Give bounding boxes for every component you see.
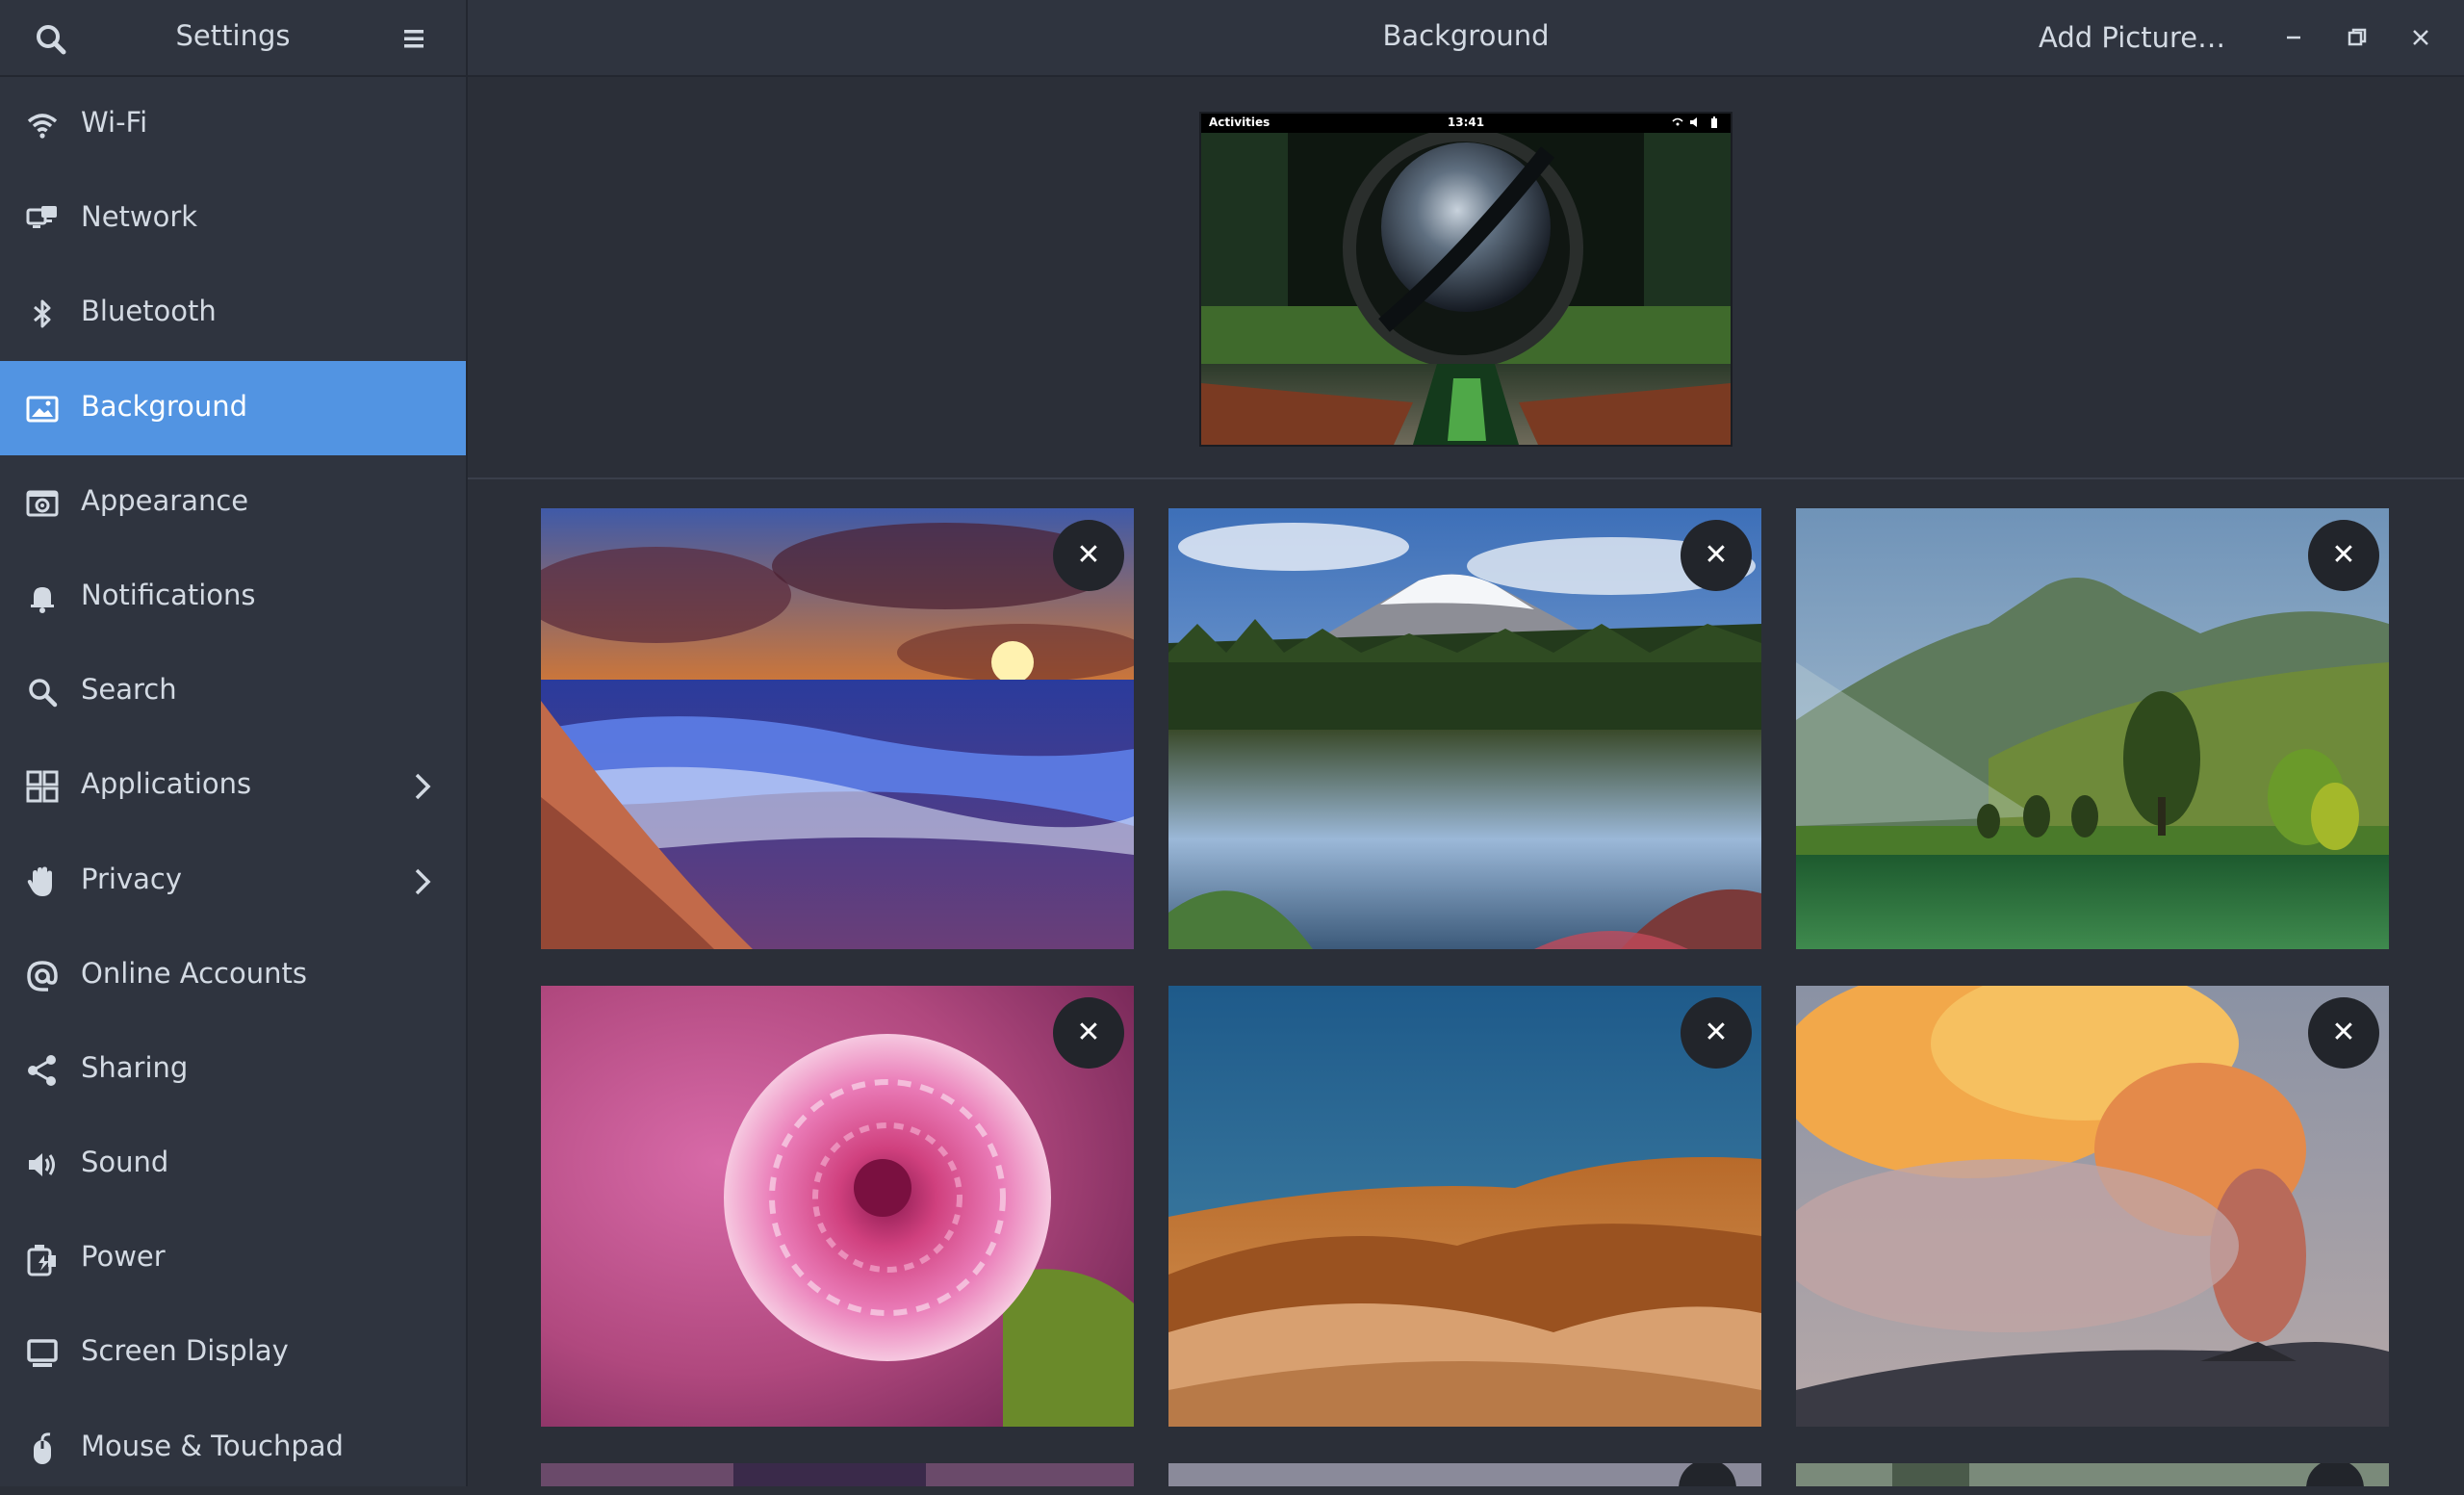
chevron-right-icon (415, 868, 431, 894)
speaker-icon (29, 1153, 55, 1177)
sidebar-item-label: Mouse & Touchpad (81, 1429, 344, 1462)
sidebar-item-network[interactable]: Network (0, 171, 466, 266)
remove-wallpaper-button[interactable]: ✕ (2308, 520, 2379, 591)
remove-wallpaper-button[interactable]: ✕ (1681, 997, 1752, 1069)
power-icon (27, 1245, 56, 1276)
sidebar-item-label: Background (81, 389, 248, 423)
sunset-beach-image (541, 508, 1134, 949)
sidebar-item-sound[interactable]: Sound (0, 1117, 466, 1211)
sidebar-item-label: Screen Display (81, 1334, 289, 1368)
wallpaper-thumbnail[interactable] (1796, 1463, 2389, 1486)
sidebar-item-label: Online Accounts (81, 956, 307, 990)
sidebar-item-notifications[interactable]: Notifications (0, 550, 466, 644)
appearance-icon (26, 490, 59, 517)
sidebar-item-label: Wi-Fi (81, 106, 148, 139)
sidebar-item-online-accounts[interactable]: Online Accounts (0, 928, 466, 1022)
background-preview-area: Activities 13:41 (468, 77, 2464, 479)
mouse-icon (34, 1432, 51, 1464)
sidebar-item-label: Network (81, 200, 198, 234)
wallpaper-thumbnail[interactable] (1168, 1463, 1761, 1486)
sidebar-item-label: Notifications (81, 578, 256, 611)
wallpaper-image (541, 1463, 1134, 1486)
search-icon (29, 679, 58, 708)
pink-dahlia-image (541, 986, 1134, 1427)
mountain-lake-image (1168, 508, 1761, 949)
bell-icon (31, 586, 54, 613)
sidebar-header: Settings (0, 0, 466, 77)
share-icon (28, 1054, 56, 1086)
wifi-icon (27, 114, 58, 139)
sidebar-item-background[interactable]: Background (0, 360, 466, 455)
wallpaper-thumbnail[interactable] (541, 1463, 1134, 1486)
network-icon (26, 206, 57, 229)
sidebar-item-search[interactable]: Search (0, 644, 466, 738)
background-icon (26, 396, 59, 423)
wallpaper-thumbnail[interactable]: ✕ (1168, 508, 1761, 949)
remove-wallpaper-button[interactable]: ✕ (2308, 997, 2379, 1069)
sidebar-item-sharing[interactable]: Sharing (0, 1022, 466, 1117)
sidebar-item-wifi[interactable]: Wi-Fi (0, 77, 466, 171)
sidebar-item-mouse-touchpad[interactable]: Mouse & Touchpad (0, 1401, 466, 1495)
tray-icons (1672, 116, 1717, 128)
close-button[interactable] (2404, 21, 2437, 54)
wallpaper-image (1796, 1463, 2389, 1486)
at-icon (27, 960, 58, 992)
main-menu-button[interactable] (395, 19, 433, 58)
restore-button[interactable] (2341, 21, 2374, 54)
sidebar-item-applications[interactable]: Applications (0, 738, 466, 833)
sidebar-item-bluetooth[interactable]: Bluetooth (0, 266, 466, 360)
preview-topbar: Activities 13:41 (1201, 114, 1731, 133)
sidebar-item-label: Privacy (81, 862, 182, 895)
wallpaper-gallery: ✕ ✕ ✕ ✕ ✕ ✕ (468, 479, 2464, 1486)
bluetooth-icon (34, 299, 51, 328)
wallpaper-thumbnail[interactable]: ✕ (541, 986, 1134, 1427)
restore-icon (2348, 28, 2367, 46)
wallpaper-thumbnail[interactable]: ✕ (1796, 508, 2389, 949)
wallpaper-thumbnail[interactable]: ✕ (541, 508, 1134, 949)
sidebar-item-label: Bluetooth (81, 295, 217, 328)
remove-wallpaper-button[interactable]: ✕ (1053, 997, 1124, 1069)
display-icon (27, 1339, 58, 1368)
sidebar-item-label: Sound (81, 1146, 169, 1179)
hamburger-icon (404, 30, 424, 48)
sidebar-item-privacy[interactable]: Privacy (0, 834, 466, 928)
minimize-button[interactable] (2277, 21, 2310, 54)
sidebar-item-label: Applications (81, 767, 252, 801)
chevron-right-icon (415, 774, 431, 800)
preview-wallpaper-image (1201, 114, 1731, 445)
headerbar: Background Add Picture… (468, 0, 2464, 77)
current-background-preview: Activities 13:41 (1199, 112, 1732, 447)
wallpaper-thumbnail[interactable]: ✕ (1168, 986, 1761, 1427)
sidebar-item-screen-display[interactable]: Screen Display (0, 1305, 466, 1400)
remove-wallpaper-button[interactable]: ✕ (1053, 520, 1124, 591)
wallpaper-thumbnail[interactable]: ✕ (1796, 986, 2389, 1427)
wallpaper-image (1168, 1463, 1761, 1486)
preview-tray-icons (1671, 116, 1723, 132)
desert-dunes-image (1168, 986, 1761, 1427)
sidebar-nav: Wi-Fi Network Bluetooth Background Appea… (0, 77, 466, 1495)
hand-icon (27, 866, 52, 896)
sidebar-item-appearance[interactable]: Appearance (0, 455, 466, 550)
sidebar-item-label: Sharing (81, 1050, 189, 1084)
preview-clock: 13:41 (1447, 116, 1485, 129)
sidebar-item-label: Appearance (81, 483, 249, 517)
sidebar-item-power[interactable]: Power (0, 1211, 466, 1305)
sidebar-item-label: Search (81, 673, 177, 707)
volcano-eruption-image (1796, 986, 2389, 1427)
sidebar: Settings Wi-Fi Network Bluetooth Backgro… (0, 0, 468, 1486)
green-valley-image (1796, 508, 2389, 949)
close-icon (2413, 30, 2428, 45)
minimize-icon (2287, 36, 2300, 39)
add-picture-button[interactable]: Add Picture… (2025, 10, 2239, 65)
apps-grid-icon (26, 770, 59, 803)
remove-wallpaper-button[interactable]: ✕ (1681, 520, 1752, 591)
sidebar-item-label: Power (81, 1240, 166, 1274)
